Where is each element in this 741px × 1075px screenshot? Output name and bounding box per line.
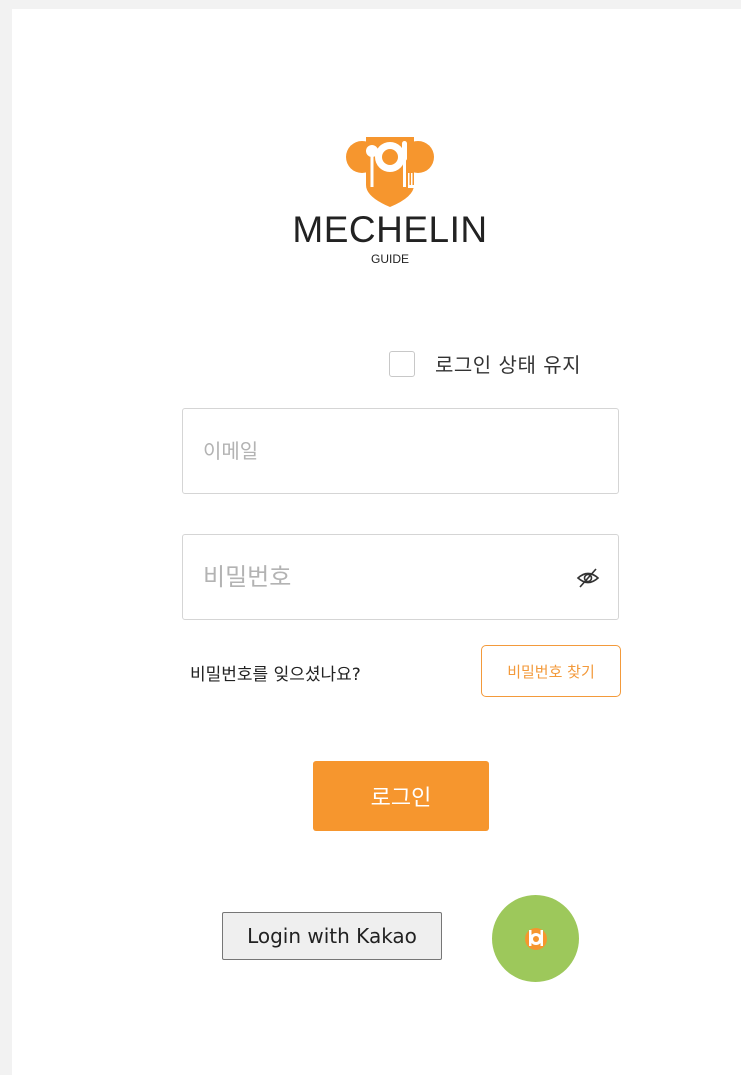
forgot-password-text: 비밀번호를 잊으셨나요? (190, 665, 361, 685)
email-field-container (182, 408, 619, 494)
brand-subtitle: GUIDE (370, 252, 409, 266)
keep-logged-in-label: 로그인 상태 유지 (435, 353, 582, 377)
keep-logged-in[interactable]: 로그인 상태 유지 (389, 349, 581, 378)
login-panel: MECHELIN GUIDE 로그인 상태 유지 비밀번호를 잊으셨나요? 비밀… (12, 9, 741, 1075)
brand-name: MECHELIN (292, 209, 488, 250)
login-button[interactable]: 로그인 (313, 761, 489, 831)
utensils-shield-icon (342, 127, 438, 211)
floating-chat-button[interactable] (492, 895, 579, 982)
kakao-login-button[interactable]: Login with Kakao (222, 912, 442, 960)
password-field[interactable] (183, 535, 618, 619)
password-field-container (182, 534, 619, 620)
keep-logged-in-checkbox[interactable] (389, 350, 415, 377)
eye-off-icon[interactable] (576, 567, 600, 589)
email-field[interactable] (183, 409, 618, 493)
find-password-button[interactable]: 비밀번호 찾기 (481, 645, 621, 697)
mechelin-chat-icon (524, 927, 547, 950)
